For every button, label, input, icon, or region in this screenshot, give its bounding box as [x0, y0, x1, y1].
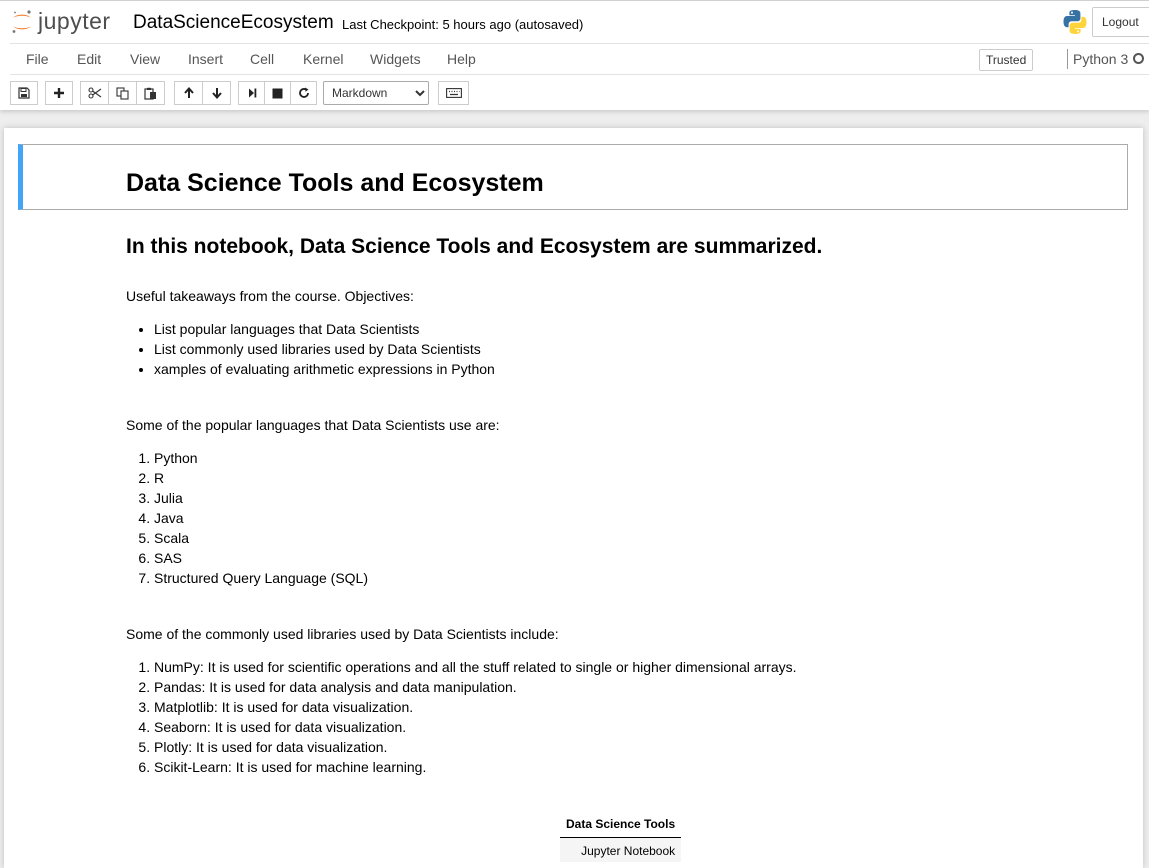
- menu-view[interactable]: View: [130, 51, 160, 67]
- notebook-title: Data Science Tools and Ecosystem: [126, 169, 544, 197]
- cut-button[interactable]: [80, 81, 109, 105]
- list-item: Scala: [154, 528, 368, 548]
- toolbar: Code Markdown Raw NBConvert Heading -: [10, 79, 1149, 107]
- kernel-idle-icon: [1133, 53, 1144, 64]
- languages-list: Python R Julia Java Scala SAS Structured…: [126, 448, 368, 588]
- restart-icon: [298, 87, 309, 98]
- list-item: List popular languages that Data Scienti…: [154, 319, 495, 339]
- menu-kernel[interactable]: Kernel: [303, 51, 343, 67]
- trusted-indicator[interactable]: Trusted: [979, 49, 1034, 71]
- menu-file[interactable]: File: [26, 51, 49, 67]
- arrow-down-icon: [211, 88, 222, 99]
- data-science-tools-table: Data Science Tools Jupyter Notebook: [560, 815, 682, 862]
- logout-button[interactable]: Logout: [1092, 7, 1149, 37]
- stop-icon: [272, 88, 283, 98]
- list-item: Java: [154, 508, 368, 528]
- plus-icon: [54, 88, 64, 98]
- list-item: Plotly: It is used for data visualizatio…: [154, 737, 797, 757]
- keyboard-icon: [445, 88, 462, 98]
- list-item: Julia: [154, 488, 368, 508]
- command-palette-button[interactable]: [438, 81, 469, 105]
- menu-help[interactable]: Help: [447, 51, 476, 67]
- list-item: Pandas: It is used for data analysis and…: [154, 677, 797, 697]
- list-item: Matplotlib: It is used for data visualiz…: [154, 697, 797, 717]
- copy-button[interactable]: [108, 81, 137, 105]
- kernel-name[interactable]: Python 3: [1073, 51, 1128, 67]
- copy-icon: [116, 86, 129, 100]
- languages-intro: Some of the popular languages that Data …: [126, 417, 500, 433]
- arrow-up-icon: [183, 87, 194, 98]
- run-cell-button[interactable]: [238, 81, 265, 105]
- notebook-container: Data Science Tools and Ecosystem In this…: [4, 128, 1143, 868]
- intro-paragraph: Useful takeaways from the course. Object…: [126, 288, 414, 304]
- cell-type-select[interactable]: Code Markdown Raw NBConvert Heading -: [323, 81, 429, 105]
- menu-cell[interactable]: Cell: [250, 51, 274, 67]
- menu-bar: File Edit View Insert Cell Kernel Widget…: [10, 43, 1149, 75]
- list-item: R: [154, 468, 368, 488]
- notebook-subtitle: In this notebook, Data Science Tools and…: [126, 235, 823, 258]
- table-header-row: Data Science Tools: [560, 815, 682, 838]
- paste-icon: [144, 87, 156, 100]
- jupyter-wordmark[interactable]: jupyter: [38, 8, 111, 35]
- notebook-header: jupyter DataScienceEcosystem Last Checkp…: [0, 0, 1149, 110]
- menu-widgets[interactable]: Widgets: [370, 51, 421, 67]
- list-item: List commonly used libraries used by Dat…: [154, 339, 495, 359]
- libraries-list: NumPy: It is used for scientific operati…: [126, 657, 797, 777]
- restart-kernel-button[interactable]: [290, 81, 317, 105]
- list-item: Structured Query Language (SQL): [154, 568, 368, 588]
- libraries-intro: Some of the commonly used libraries used…: [126, 626, 559, 642]
- table-header-cell: Data Science Tools: [560, 815, 682, 838]
- list-item: Python: [154, 448, 368, 468]
- jupyter-logo-icon[interactable]: [10, 9, 34, 35]
- save-button[interactable]: [10, 81, 38, 105]
- step-forward-icon: [248, 88, 256, 98]
- objectives-list: List popular languages that Data Scienti…: [126, 319, 495, 379]
- selected-markdown-cell[interactable]: Data Science Tools and Ecosystem: [18, 144, 1128, 210]
- menu-edit[interactable]: Edit: [77, 51, 101, 67]
- scissors-icon: [87, 87, 101, 99]
- list-item: Scikit-Learn: It is used for machine lea…: [154, 757, 797, 777]
- kernel-divider: [1067, 49, 1068, 69]
- checkpoint-status: Last Checkpoint: 5 hours ago (autosaved): [342, 17, 584, 32]
- list-item: xamples of evaluating arithmetic express…: [154, 359, 495, 379]
- save-icon: [18, 87, 30, 99]
- table-cell: Jupyter Notebook: [560, 837, 682, 862]
- list-item: Seaborn: It is used for data visualizati…: [154, 717, 797, 737]
- list-item: SAS: [154, 548, 368, 568]
- menu-insert[interactable]: Insert: [188, 51, 223, 67]
- header-logo-row: jupyter DataScienceEcosystem Last Checkp…: [0, 1, 1149, 43]
- interrupt-kernel-button[interactable]: [264, 81, 291, 105]
- move-cell-up-button[interactable]: [174, 81, 203, 105]
- list-item: NumPy: It is used for scientific operati…: [154, 657, 797, 677]
- table-row: Jupyter Notebook: [560, 837, 682, 862]
- insert-cell-button[interactable]: [45, 81, 73, 105]
- notebook-name[interactable]: DataScienceEcosystem: [133, 12, 334, 34]
- python-logo-icon: [1063, 10, 1087, 34]
- move-cell-down-button[interactable]: [202, 81, 231, 105]
- paste-button[interactable]: [136, 81, 165, 105]
